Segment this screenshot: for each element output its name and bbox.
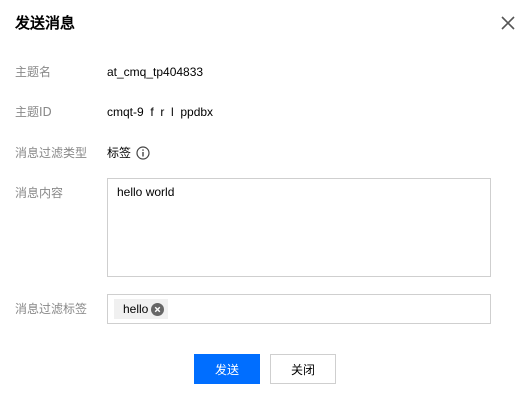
- filter-type-label: 消息过滤类型: [15, 146, 88, 160]
- topic-id-value: cmqt-9 f r l ppdbx: [107, 105, 214, 119]
- message-content-textarea[interactable]: hello world: [107, 178, 491, 277]
- send-button[interactable]: 发送: [194, 354, 260, 384]
- send-message-dialog: 发送消息 主题名 at_cmq_tp404833 主题ID cmqt-9 f r…: [0, 0, 529, 393]
- content-label: 消息内容: [15, 186, 64, 200]
- filter-type-value: 标签: [107, 146, 132, 160]
- dialog-title: 发送消息: [15, 14, 76, 32]
- topic-id-label: 主题ID: [15, 105, 52, 119]
- info-icon[interactable]: [136, 146, 150, 160]
- filter-tags-label: 消息过滤标签: [15, 302, 88, 316]
- close-circle-icon[interactable]: [151, 302, 165, 316]
- tag-label: hello: [123, 302, 149, 316]
- close-button[interactable]: 关闭: [270, 354, 336, 384]
- topic-name-value: at_cmq_tp404833: [107, 65, 204, 79]
- topic-name-label: 主题名: [15, 65, 52, 79]
- tag-chip: hello: [114, 299, 169, 319]
- close-icon[interactable]: [499, 14, 517, 32]
- filter-tags-input[interactable]: hello: [107, 294, 491, 324]
